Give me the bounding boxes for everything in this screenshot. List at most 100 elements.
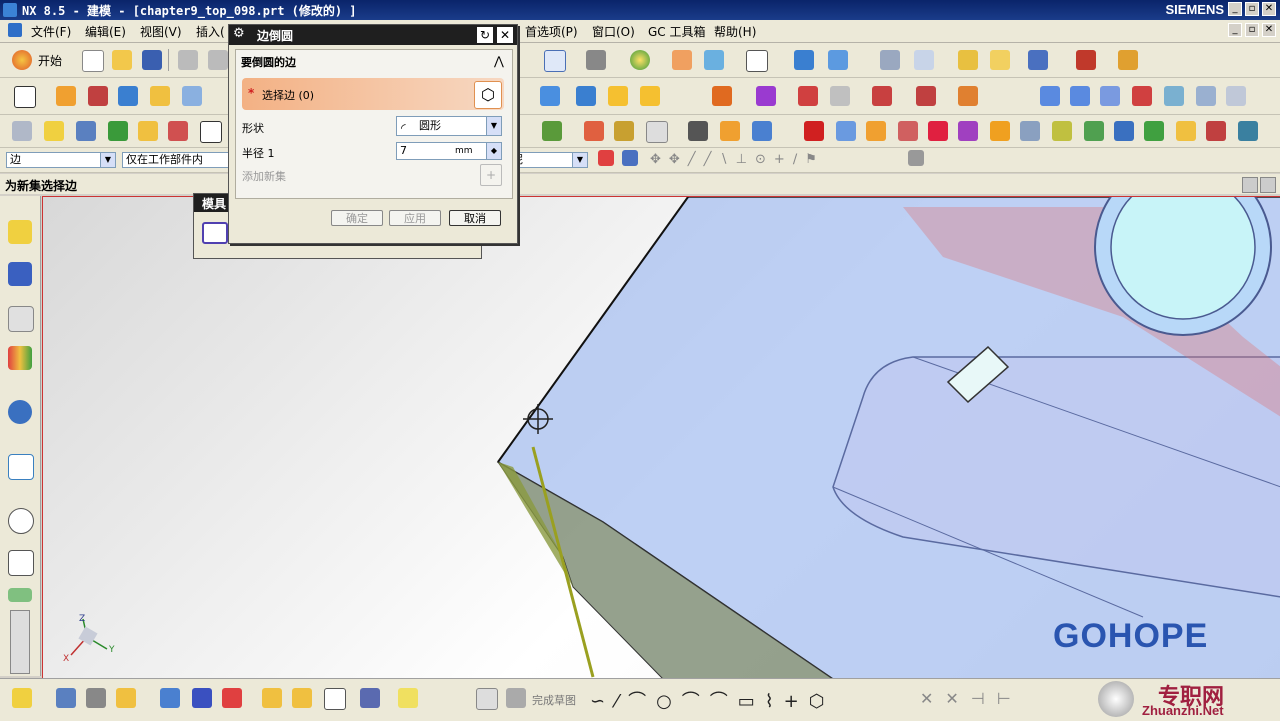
menu-window[interactable]: 窗口(O) [592,23,635,40]
dialog-close-button[interactable]: ✕ [497,27,513,43]
surface-icon[interactable] [1040,86,1060,106]
chamfer-icon[interactable] [640,86,660,106]
eye-icon[interactable] [688,121,708,141]
start-icon[interactable] [12,50,32,70]
graphics-window[interactable]: Z Y X GOHOPE [42,196,1280,680]
cut-icon[interactable] [178,50,198,70]
system-materials-tab-icon[interactable] [8,550,34,576]
gear-icon[interactable]: ⚙ [233,27,247,41]
minimize-button[interactable]: _ [1228,2,1242,16]
clearance-icon[interactable] [398,688,418,708]
red-box-icon[interactable] [804,121,824,141]
datum-csys-icon[interactable] [108,121,128,141]
component-icon[interactable] [86,688,106,708]
explode-icon[interactable] [324,688,346,710]
finish-sketch-flag-icon[interactable] [506,688,526,708]
maximize-button[interactable]: ▫ [1245,2,1259,16]
snap-filter[interactable]: 呢 ▼ [508,152,588,168]
reference-set-icon[interactable] [292,688,312,708]
sketch-icon[interactable] [14,86,36,108]
chart-icon[interactable] [1238,121,1258,141]
start-button-label[interactable]: 开始 [38,52,62,69]
roles-tab-icon[interactable] [8,588,32,602]
spline-icon[interactable] [1196,86,1216,106]
label-icon[interactable] [1114,121,1134,141]
sketch-task-icon[interactable] [12,688,32,708]
add-new-set-button[interactable]: + [480,164,502,186]
part-navigator-icon[interactable] [12,121,32,141]
scope-filter[interactable]: 仅在工作部件内 [122,152,230,168]
blue-box-icon[interactable] [836,121,856,141]
reset-icon[interactable]: ↻ [477,27,493,43]
edge-blend-icon[interactable] [608,86,628,106]
flat-face-icon[interactable] [1020,121,1040,141]
menu-preferences[interactable]: 首选项(P) [525,23,578,40]
view-curve-icon[interactable] [1226,86,1246,106]
move-component-icon[interactable] [222,688,242,708]
arrow-right-icon[interactable] [622,150,638,166]
thicken-icon[interactable] [830,86,850,106]
face-replace-icon[interactable] [898,121,918,141]
selection-scope-icon[interactable] [598,150,614,166]
orange-face-icon[interactable] [990,121,1010,141]
cylinder-icon[interactable] [150,86,170,106]
y-shape-icon[interactable] [1084,121,1104,141]
sketch-icon-bottom[interactable] [476,688,498,710]
unite-icon[interactable] [540,86,560,106]
move-object-icon[interactable] [828,50,848,70]
menu-help[interactable]: 帮助(H) [714,23,756,40]
clock-icon[interactable] [8,508,34,534]
expression-icon[interactable] [646,121,668,143]
move-face-icon[interactable] [584,121,604,141]
part-navigator-tab-icon[interactable] [8,306,34,332]
pattern-icon[interactable] [542,121,562,141]
doc-close-button[interactable]: ✕ [1262,23,1276,37]
web-browser-tab-icon[interactable] [8,400,32,424]
database-icon[interactable] [720,121,740,141]
menu-edit[interactable]: 编辑(E) [85,23,126,40]
hole-icon[interactable] [182,86,202,106]
menu-file[interactable]: 文件(F) [31,23,71,40]
mirror-icon[interactable] [958,86,978,106]
offset-face-icon[interactable] [798,86,818,106]
stack-icon[interactable] [1052,121,1072,141]
radius-field[interactable]: 7 mm ◆ [396,142,502,160]
cancel-button[interactable]: 取消 [449,210,501,226]
doc-minimize-button[interactable]: _ [1228,23,1242,37]
add-component-icon[interactable] [116,688,136,708]
sequence-icon[interactable] [360,688,380,708]
status-restore-icon[interactable] [1242,177,1258,193]
ok-button[interactable]: 确定 [331,210,383,226]
select-edge-row[interactable]: * 选择边 (0) ⬡ [242,78,504,110]
copy-icon[interactable] [208,50,228,70]
datum-plane-icon[interactable] [138,121,158,141]
edge-type-filter[interactable]: 边 ▼ [6,152,116,168]
shape-dropdown[interactable]: ◜ 圆形 ▼ [396,116,502,136]
status-close-icon[interactable] [1260,177,1276,193]
sketch-curve-tools[interactable]: ∽⁄⌒○⌒⌒▭⌇+⬡ [590,687,834,713]
chevron-down-icon[interactable]: ▼ [572,153,587,167]
open-folder-icon[interactable] [112,50,132,70]
arrow-up-icon[interactable] [866,121,886,141]
view-section-icon[interactable] [794,50,814,70]
mate-icon[interactable] [160,688,180,708]
constraints-icon[interactable] [192,688,212,708]
dimension-icon[interactable] [1076,50,1096,70]
sweep-icon[interactable] [1100,86,1120,106]
background-icon[interactable] [746,50,768,72]
snap-point-icons[interactable]: ✥✥╱╱∖⊥⊙+∕⚑ [650,152,825,167]
menu-insert[interactable]: 插入( [196,23,225,40]
table-icon[interactable] [614,121,634,141]
menu-view[interactable]: 视图(V) [140,23,182,40]
sheet-icon[interactable] [200,121,222,143]
menu-gc-toolbox[interactable]: GC 工具箱 [648,23,706,40]
render-style-icon[interactable] [586,50,606,70]
sketch-constraint-tools[interactable]: ✕✕⊣⊢ [920,689,1023,708]
draft-icon[interactable] [756,86,776,106]
select-tool-icon[interactable] [1028,50,1048,70]
measure-icon[interactable] [990,50,1010,70]
edit-parameters-icon[interactable] [44,121,64,141]
document-icon[interactable] [752,121,772,141]
finish-sketch-label[interactable]: 完成草图 [532,692,576,708]
radius-value[interactable]: 7 [400,144,407,157]
